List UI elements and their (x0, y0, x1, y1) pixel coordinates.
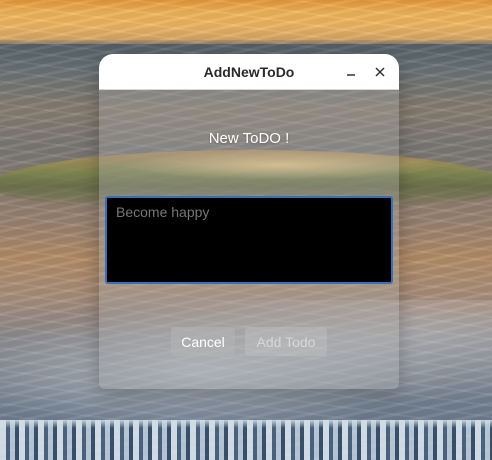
cancel-button[interactable]: Cancel (171, 327, 235, 356)
add-todo-dialog: AddNewToDo New ToDO ! Cancel Add Todo (99, 54, 399, 389)
dialog-titlebar[interactable]: AddNewToDo (99, 54, 399, 90)
minimize-button[interactable] (342, 63, 360, 81)
close-icon (375, 67, 385, 77)
wallpaper-waterfall (0, 420, 492, 460)
todo-text-input[interactable] (105, 196, 393, 284)
minimize-icon (347, 74, 355, 76)
dialog-heading: New ToDO ! (208, 130, 290, 147)
add-todo-button[interactable]: Add Todo (245, 327, 327, 356)
dialog-body: New ToDO ! Cancel Add Todo (99, 90, 399, 389)
close-button[interactable] (371, 63, 389, 81)
